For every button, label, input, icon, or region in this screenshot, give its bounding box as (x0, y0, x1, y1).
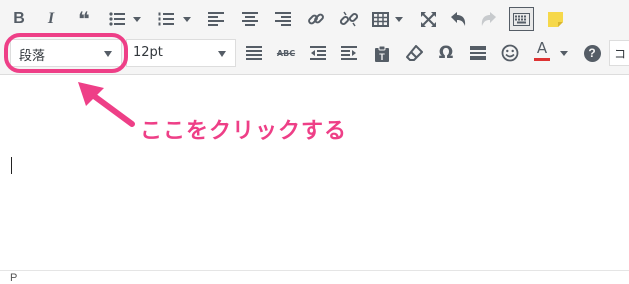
align-justify-button[interactable] (243, 42, 265, 64)
align-justify-icon (246, 46, 262, 60)
fullscreen-button[interactable] (417, 8, 439, 30)
annotation-text: ここをクリックする (140, 119, 348, 144)
align-center-button[interactable] (239, 8, 261, 30)
font-size-select-value: 12pt (133, 45, 163, 60)
horizontal-rule-icon (470, 46, 486, 60)
font-size-select[interactable]: 12pt (126, 39, 236, 67)
indent-icon (341, 46, 357, 60)
bullet-list-button[interactable] (106, 8, 128, 30)
text-cursor (11, 157, 12, 174)
indent-button[interactable] (338, 42, 360, 64)
annotation-arrow-icon (78, 82, 135, 127)
strikethrough-button[interactable]: ABC (275, 42, 297, 64)
toolbar-toggle-button[interactable] (509, 7, 534, 31)
numbered-list-icon (158, 12, 174, 26)
bold-button[interactable]: B (8, 8, 30, 30)
emoji-icon (501, 44, 519, 62)
align-right-button[interactable] (272, 8, 294, 30)
align-left-icon (208, 12, 224, 26)
highlight-ring (4, 33, 128, 73)
unlink-icon (340, 11, 358, 27)
text-color-swatch (534, 58, 550, 61)
help-icon: ? (583, 44, 601, 62)
text-color-dropdown-caret[interactable] (560, 51, 568, 56)
bullet-list-dropdown-caret[interactable] (133, 17, 141, 22)
cut-off-select[interactable]: コ (609, 40, 629, 66)
numbered-list-button[interactable] (155, 8, 177, 30)
clear-formatting-button[interactable] (403, 42, 425, 64)
element-path[interactable]: P (10, 272, 17, 284)
undo-button[interactable] (447, 8, 469, 30)
table-button[interactable] (369, 8, 391, 30)
help-button[interactable]: ? (581, 42, 603, 64)
blockquote-icon: ❝ (78, 7, 90, 31)
italic-icon: I (47, 10, 55, 27)
bold-icon: B (13, 10, 25, 27)
outdent-icon (310, 46, 326, 60)
chevron-down-icon (218, 51, 226, 57)
keyboard-icon (513, 12, 530, 26)
redo-icon (481, 12, 496, 26)
text-color-icon: A (536, 39, 548, 57)
align-right-icon (275, 12, 291, 26)
fullscreen-icon (420, 11, 436, 27)
omega-icon: Ω (438, 43, 454, 63)
text-color-button[interactable]: A (531, 40, 553, 62)
note-icon (547, 11, 563, 27)
table-dropdown-caret[interactable] (395, 17, 403, 22)
horizontal-line-button[interactable] (467, 42, 489, 64)
insert-link-button[interactable] (305, 8, 327, 30)
paste-as-text-button[interactable]: T (371, 42, 393, 64)
cut-off-select-value: コ (614, 47, 627, 61)
status-bar: P (0, 270, 629, 284)
svg-text:T: T (379, 52, 385, 62)
strikethrough-icon: ABC (276, 48, 296, 58)
redo-button[interactable] (478, 8, 500, 30)
paste-text-icon: T (375, 45, 389, 62)
align-center-icon (242, 12, 258, 26)
bullet-list-icon (109, 12, 125, 26)
remove-link-button[interactable] (338, 8, 360, 30)
align-left-button[interactable] (205, 8, 227, 30)
emoji-button[interactable] (499, 42, 521, 64)
undo-icon (451, 12, 466, 26)
special-character-button[interactable]: Ω (435, 42, 457, 64)
sticky-note-button[interactable] (544, 8, 566, 30)
link-icon (308, 13, 324, 25)
outdent-button[interactable] (307, 42, 329, 64)
numbered-list-dropdown-caret[interactable] (183, 17, 191, 22)
eraser-icon (405, 44, 423, 61)
blockquote-button[interactable]: ❝ (73, 8, 95, 30)
italic-button[interactable]: I (40, 8, 62, 30)
table-icon (371, 11, 389, 27)
